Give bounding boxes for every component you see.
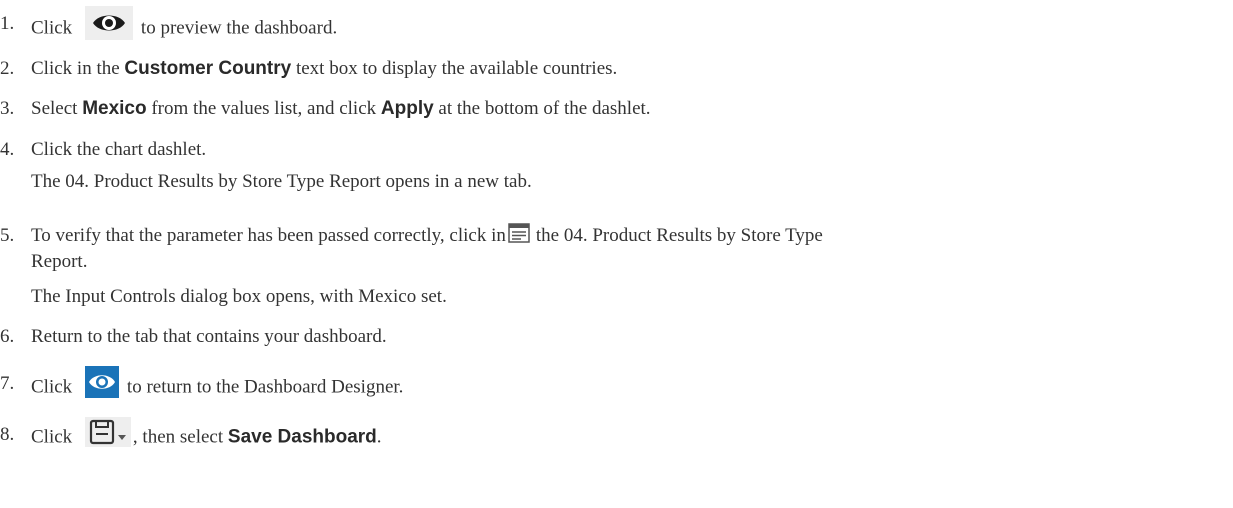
step-number: 4. xyxy=(0,139,15,160)
step-text: Click in the xyxy=(31,58,120,79)
step-text: Click xyxy=(31,376,73,398)
step-text: to preview the dashboard. xyxy=(140,17,338,39)
step-text: to return to the Dashboard Designer. xyxy=(126,376,404,398)
step-text: text box to display the available countr… xyxy=(295,58,618,79)
step-content: Select Mexico from the values list, and … xyxy=(31,97,1225,121)
step-content: Click to preview the dashboard. xyxy=(31,6,1225,46)
step-content: Click in the Customer Country text box t… xyxy=(31,57,1225,81)
step-number: 2. xyxy=(0,58,15,79)
preview-eye-icon xyxy=(84,6,133,40)
step-content: Click to return to the Dashboard Designe… xyxy=(31,366,1225,404)
step-number: 5. xyxy=(0,225,15,246)
step-text: To verify that the parameter has been pa… xyxy=(31,225,506,246)
step-text: Click xyxy=(31,17,73,39)
ui-term-mexico: Mexico xyxy=(82,98,147,119)
step-number: 3. xyxy=(0,98,15,119)
step-number: 7. xyxy=(0,373,15,394)
step-content: Click the chart dashlet. xyxy=(31,139,207,160)
step-number: 6. xyxy=(0,326,15,347)
step-text: , then select xyxy=(132,426,224,448)
step-number: 8. xyxy=(0,424,15,445)
step-5-result: The Input Controls dialog box opens, wit… xyxy=(31,286,447,307)
step-content: Click , then select Save Dashboard. xyxy=(31,417,1225,453)
step-text: Click xyxy=(31,426,73,448)
step-text: from the values list, and click xyxy=(151,98,377,119)
step-text: at the bottom of the dashlet. xyxy=(438,98,651,119)
save-icon xyxy=(84,417,131,447)
step-content: To verify that the parameter has been pa… xyxy=(31,222,1225,248)
ui-term-customer-country: Customer Country xyxy=(124,58,292,79)
step-content: Return to the tab that contains your das… xyxy=(31,326,387,347)
step-number: 1. xyxy=(0,13,15,34)
ui-term-save-dashboard: Save Dashboard xyxy=(227,426,377,448)
ui-term-apply: Apply xyxy=(380,98,434,119)
step-text: . xyxy=(376,426,382,448)
input-controls-icon xyxy=(508,222,530,243)
step-5-continued: Report. xyxy=(31,251,88,272)
step-4-result: The 04. Product Results by Store Type Re… xyxy=(31,171,532,192)
step-text: the 04. Product Results by Store Type xyxy=(535,225,823,246)
preview-eye-icon-active xyxy=(84,366,119,398)
step-text: Select xyxy=(31,98,78,119)
